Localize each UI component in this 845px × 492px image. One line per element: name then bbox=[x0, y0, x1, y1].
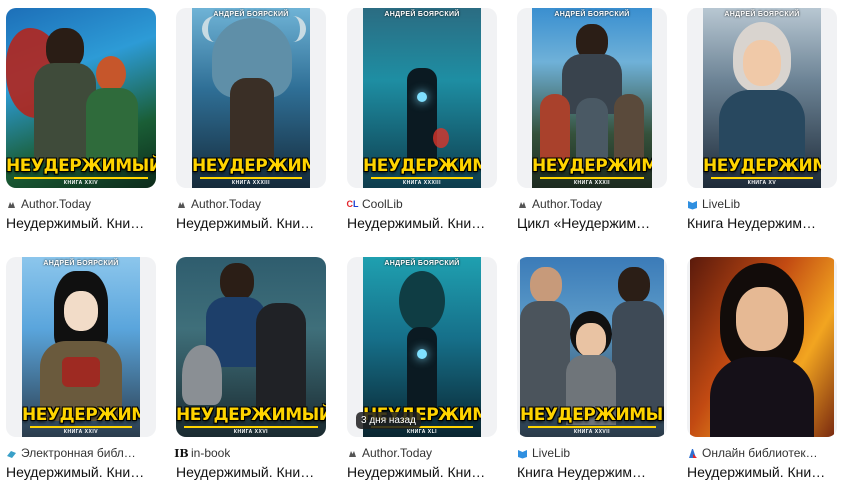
book-cover-image: АНДРЕЙ БОЯРСКИЙ НЕУДЕРЖИМЫЙ КНИГА XXXIII bbox=[363, 8, 481, 188]
cover-title: НЕУДЕРЖИМЫЙ bbox=[22, 405, 140, 428]
result-title[interactable]: Неудержимый. Кни… bbox=[6, 215, 156, 231]
result-thumbnail[interactable]: АНДРЕЙ БОЯРСКИЙ НЕУДЕРЖИМЫЙ КНИГА XLI 3 … bbox=[347, 257, 497, 437]
result-thumbnail[interactable]: АНДРЕЙ БОЯРСКИЙ НЕУДЕРЖИМЫЙ КНИГА XXIV bbox=[6, 257, 156, 437]
cover-title: НЕУДЕРЖИМЫЙ bbox=[520, 405, 664, 428]
result-thumbnail[interactable]: НЕУДЕРЖИМЫЙ КНИГА XXVI bbox=[176, 257, 326, 437]
result-source[interactable]: Онлайн библиотек… bbox=[687, 445, 837, 461]
result-source-label: Электронная библ… bbox=[21, 446, 136, 460]
book-cover-image: НЕУДЕРЖИМЫЙ КНИГА XXVI bbox=[176, 257, 326, 437]
result-title[interactable]: Неудержимый. Кни… bbox=[347, 215, 497, 231]
cover-author: АНДРЕЙ БОЯРСКИЙ bbox=[384, 11, 460, 18]
author-today-icon bbox=[517, 199, 528, 210]
result-card[interactable]: АНДРЕЙ БОЯРСКИЙ НЕУДЕРЖИМЫЙ КНИГА XV Liv… bbox=[687, 8, 837, 231]
cover-book-number: КНИГА XXXIII bbox=[403, 180, 441, 186]
cover-author: АНДРЕЙ БОЯРСКИЙ bbox=[724, 11, 800, 18]
author-today-icon bbox=[347, 448, 358, 459]
cover-title: НЕУДЕРЖИМЫЙ bbox=[176, 405, 326, 428]
coollib-icon: CL bbox=[346, 199, 359, 209]
cover-book-number: КНИГА XV bbox=[747, 180, 777, 186]
result-source[interactable]: LiveLib bbox=[687, 196, 837, 212]
cover-book-number: КНИГА XXVI bbox=[233, 429, 269, 435]
cover-title: НЕУДЕРЖИМЫЙ bbox=[192, 156, 310, 179]
result-source[interactable]: Author.Today bbox=[176, 196, 326, 212]
book-cover-image: НЕУДЕРЖИМЫЙ КНИГА XXVII bbox=[520, 257, 664, 437]
result-title[interactable]: Книга Неудержим… bbox=[517, 464, 667, 480]
result-source-label: Author.Today bbox=[21, 197, 92, 211]
book-cover-image: АНДРЕЙ БОЯРСКИЙ НЕУДЕРЖИМЫЙ КНИГА XXIV bbox=[22, 257, 140, 437]
result-card[interactable]: НЕУДЕРЖИМЫЙ КНИГА XXIV Author.Today Неуд… bbox=[6, 8, 156, 231]
cover-author: АНДРЕЙ БОЯРСКИЙ bbox=[384, 260, 460, 267]
result-source[interactable]: Author.Today bbox=[517, 196, 667, 212]
cover-title: НЕУДЕРЖИМЫЙ bbox=[6, 156, 156, 179]
result-card[interactable]: НЕУДЕРЖИМЫЙ КНИГА XXVII LiveLib Книга Не… bbox=[517, 257, 667, 480]
result-source-label: in-book bbox=[191, 446, 231, 460]
result-thumbnail[interactable]: АНДРЕЙ БОЯРСКИЙ НЕУДЕРЖИМЫЙ КНИГА XXXIII bbox=[347, 8, 497, 188]
cover-title: НЕУДЕРЖИМЫЙ bbox=[703, 156, 821, 179]
time-badge: 3 дня назад bbox=[356, 412, 421, 429]
result-title[interactable]: Неудержимый. Кни… bbox=[347, 464, 497, 480]
result-title[interactable]: Книга Неудержим… bbox=[687, 215, 837, 231]
result-card[interactable]: АНДРЕЙ БОЯРСКИЙ НЕУДЕРЖИМЫЙ КНИГА XXXII … bbox=[517, 8, 667, 231]
result-thumbnail[interactable]: АНДРЕЙ БОЯРСКИЙ НЕУДЕРЖИМЫЙ КНИГА XV bbox=[687, 8, 837, 188]
result-thumbnail[interactable]: АНДРЕЙ БОЯРСКИЙ НЕУДЕРЖИМЫЙ КНИГА XXXII bbox=[517, 8, 667, 188]
image-results-grid: НЕУДЕРЖИМЫЙ КНИГА XXIV Author.Today Неуд… bbox=[0, 0, 845, 492]
online-library-icon bbox=[687, 448, 698, 459]
result-source[interactable]: Author.Today bbox=[6, 196, 156, 212]
result-card[interactable]: Онлайн библиотек… Неудержимый. Кни… bbox=[687, 257, 837, 480]
result-source-label: LiveLib bbox=[532, 446, 571, 460]
result-source-label: Author.Today bbox=[191, 197, 262, 211]
cover-book-number: КНИГА XXVII bbox=[573, 429, 611, 435]
result-thumbnail[interactable]: НЕУДЕРЖИМЫЙ КНИГА XXIV bbox=[6, 8, 156, 188]
in-book-icon: IB bbox=[174, 446, 189, 460]
result-title[interactable]: Цикл «Неудержим… bbox=[517, 215, 667, 231]
author-today-icon bbox=[6, 199, 17, 210]
cover-author: АНДРЕЙ БОЯРСКИЙ bbox=[43, 260, 119, 267]
result-source-label: LiveLib bbox=[702, 197, 741, 211]
result-source[interactable]: LiveLib bbox=[517, 445, 667, 461]
result-title[interactable]: Неудержимый. Кни… bbox=[687, 464, 837, 480]
book-cover-image bbox=[690, 257, 834, 437]
book-cover-image: НЕУДЕРЖИМЫЙ КНИГА XXIV bbox=[6, 8, 156, 188]
cover-author: АНДРЕЙ БОЯРСКИЙ bbox=[554, 11, 630, 18]
cover-book-number: КНИГА XXXII bbox=[573, 180, 611, 186]
book-cover-image: АНДРЕЙ БОЯРСКИЙ НЕУДЕРЖИМЫЙ КНИГА XXXII bbox=[532, 8, 652, 188]
result-source[interactable]: Электронная библ… bbox=[6, 445, 156, 461]
result-card[interactable]: АНДРЕЙ БОЯРСКИЙ НЕУДЕРЖИМЫЙ КНИГА XLI 3 … bbox=[347, 257, 497, 480]
result-title[interactable]: Неудержимый. Кни… bbox=[176, 215, 326, 231]
livelib-icon bbox=[687, 199, 698, 210]
result-source-label: Онлайн библиотек… bbox=[702, 446, 818, 460]
cover-book-number: КНИГА XXIV bbox=[63, 429, 99, 435]
book-cover-image: АНДРЕЙ БОЯРСКИЙ НЕУДЕРЖИМЫЙ КНИГА XLI bbox=[363, 257, 481, 437]
book-cover-image: АНДРЕЙ БОЯРСКИЙ НЕУДЕРЖИМЫЙ КНИГА XV bbox=[703, 8, 821, 188]
book-cover-image: АНДРЕЙ БОЯРСКИЙ НЕУДЕРЖИМЫЙ КНИГА XXXIII bbox=[192, 8, 310, 188]
result-source[interactable]: CL CoolLib bbox=[347, 196, 497, 212]
result-source-label: Author.Today bbox=[532, 197, 603, 211]
cover-title: НЕУДЕРЖИМЫЙ bbox=[532, 156, 652, 179]
author-today-icon bbox=[176, 199, 187, 210]
result-thumbnail[interactable]: НЕУДЕРЖИМЫЙ КНИГА XXVII bbox=[517, 257, 667, 437]
cover-book-number: КНИГА XLI bbox=[406, 429, 438, 435]
result-source-label: CoolLib bbox=[362, 197, 403, 211]
cover-book-number: КНИГА XXIV bbox=[63, 180, 99, 186]
livelib-icon bbox=[517, 448, 528, 459]
result-thumbnail[interactable]: АНДРЕЙ БОЯРСКИЙ НЕУДЕРЖИМЫЙ КНИГА XXXIII bbox=[176, 8, 326, 188]
result-title[interactable]: Неудержимый. Кни… bbox=[6, 464, 156, 480]
result-card[interactable]: АНДРЕЙ БОЯРСКИЙ НЕУДЕРЖИМЫЙ КНИГА XXXIII… bbox=[176, 8, 326, 231]
result-card[interactable]: АНДРЕЙ БОЯРСКИЙ НЕУДЕРЖИМЫЙ КНИГА XXIV Э… bbox=[6, 257, 156, 480]
cover-title: НЕУДЕРЖИМЫЙ bbox=[363, 156, 481, 179]
cover-book-number: КНИГА XXXIII bbox=[232, 180, 270, 186]
result-card[interactable]: НЕУДЕРЖИМЫЙ КНИГА XXVI IB in-book Неудер… bbox=[174, 257, 326, 480]
result-source[interactable]: IB in-book bbox=[174, 445, 326, 461]
library-icon bbox=[6, 448, 17, 459]
result-source-label: Author.Today bbox=[362, 446, 433, 460]
result-card[interactable]: АНДРЕЙ БОЯРСКИЙ НЕУДЕРЖИМЫЙ КНИГА XXXIII… bbox=[347, 8, 497, 231]
result-title[interactable]: Неудержимый. Кни… bbox=[176, 464, 326, 480]
result-source[interactable]: Author.Today bbox=[347, 445, 497, 461]
result-thumbnail[interactable] bbox=[687, 257, 837, 437]
